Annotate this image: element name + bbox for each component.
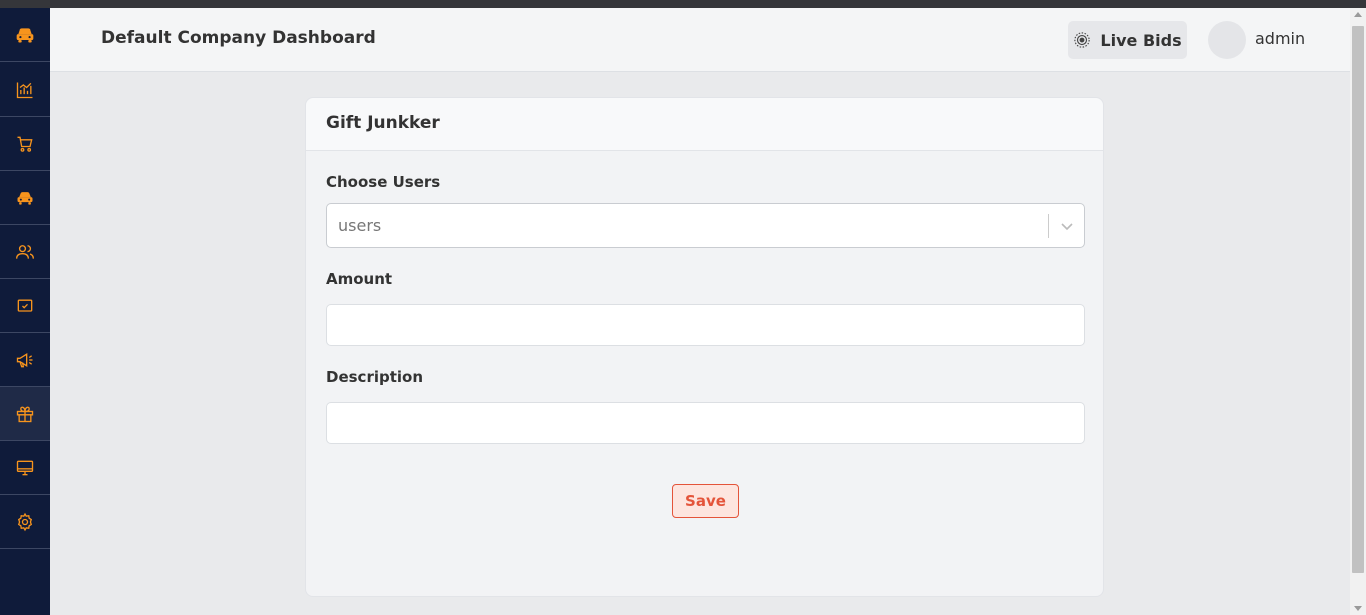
save-button[interactable]: Save <box>672 484 739 518</box>
live-signal-icon <box>1074 32 1091 48</box>
sidebar-item-display[interactable] <box>0 441 50 495</box>
choose-users-label: Choose Users <box>326 173 441 191</box>
select-separator <box>1048 214 1049 238</box>
browser-top-strip <box>0 0 1366 8</box>
monitor-check-icon <box>17 299 33 312</box>
scrollbar[interactable] <box>1350 8 1366 615</box>
amount-label: Amount <box>326 270 393 288</box>
top-bar: Default Company Dashboard Live Bids admi… <box>50 8 1350 72</box>
sidebar-item-cart[interactable] <box>0 117 50 171</box>
car-logo-icon <box>16 27 34 42</box>
scroll-thumb[interactable] <box>1352 26 1364 573</box>
sidebar-item-vehicles[interactable] <box>0 171 50 225</box>
cart-icon <box>17 136 33 152</box>
car-icon <box>17 191 33 205</box>
sidebar-item-users[interactable] <box>0 225 50 279</box>
sidebar-logo[interactable] <box>0 8 50 62</box>
page-title: Default Company Dashboard <box>101 28 376 48</box>
sidebar-item-monitoring[interactable] <box>0 279 50 333</box>
card-header: Gift Junkker <box>306 98 1103 151</box>
sidebar-item-settings[interactable] <box>0 495 50 549</box>
sidebar-item-gifts[interactable] <box>0 387 50 441</box>
sidebar-item-analytics[interactable] <box>0 63 50 117</box>
amount-input[interactable] <box>326 304 1085 346</box>
users-select[interactable]: users <box>326 203 1085 248</box>
users-select-placeholder: users <box>338 216 382 235</box>
sidebar-item-announcements[interactable] <box>0 333 50 387</box>
desktop-icon <box>16 460 34 475</box>
megaphone-icon <box>16 352 33 367</box>
description-input[interactable] <box>326 402 1085 444</box>
live-bids-button[interactable]: Live Bids <box>1068 21 1187 59</box>
chart-icon <box>16 82 33 98</box>
users-icon <box>16 244 34 259</box>
scroll-up-arrow-icon[interactable] <box>1354 12 1362 17</box>
gear-icon <box>17 512 33 531</box>
gift-icon <box>16 406 34 422</box>
avatar[interactable] <box>1208 21 1246 59</box>
chevron-down-icon[interactable] <box>1059 218 1075 234</box>
card-title: Gift Junkker <box>326 113 440 133</box>
user-name[interactable]: admin <box>1255 29 1305 48</box>
live-bids-label: Live Bids <box>1100 30 1182 50</box>
sidebar <box>0 8 50 615</box>
description-label: Description <box>326 368 424 386</box>
gift-form-card: Gift Junkker Choose Users users Amount D… <box>305 97 1104 597</box>
scroll-down-arrow-icon[interactable] <box>1354 606 1362 611</box>
